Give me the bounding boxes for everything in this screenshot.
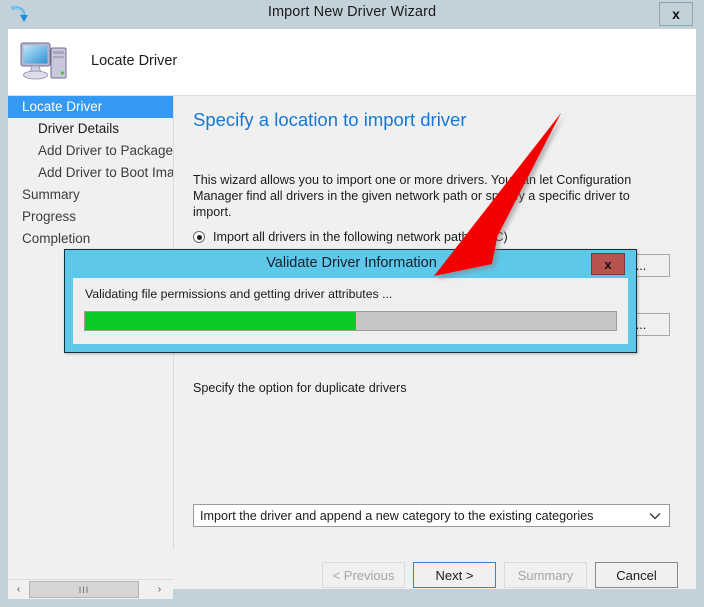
sidebar-item-add-driver-to-packages[interactable]: Add Driver to Packages <box>8 140 180 162</box>
modal-body: Validating file permissions and getting … <box>73 278 628 344</box>
chevron-down-icon <box>649 505 661 526</box>
progress-bar <box>84 311 617 331</box>
scrollbar-thumb[interactable]: III <box>29 581 139 598</box>
sidebar-item-summary[interactable]: Summary <box>8 184 173 206</box>
scroll-left-arrow-icon[interactable]: ‹ <box>10 581 27 598</box>
window-title: Import New Driver Wizard <box>267 4 437 20</box>
sidebar-item-add-driver-to-boot-images[interactable]: Add Driver to Boot Images <box>8 162 196 184</box>
previous-button: < Previous <box>322 562 405 588</box>
sidebar-item-progress[interactable]: Progress <box>8 206 173 228</box>
validate-driver-information-dialog: Validate Driver Information x Validating… <box>64 249 637 353</box>
summary-button: Summary <box>504 562 587 588</box>
modal-status-text: Validating file permissions and getting … <box>85 287 393 301</box>
sidebar-item-driver-details[interactable]: Driver Details <box>8 118 173 140</box>
duplicate-drivers-selected-value: Import the driver and append a new categ… <box>200 508 594 523</box>
next-button[interactable]: Next > <box>413 562 496 588</box>
progress-bar-fill <box>85 312 356 330</box>
cancel-button[interactable]: Cancel <box>595 562 678 588</box>
radio-import-all-network-path[interactable]: Import all drivers in the following netw… <box>193 230 508 244</box>
radio-dot-icon <box>193 231 205 243</box>
sidebar-item-completion[interactable]: Completion <box>8 228 173 250</box>
page-header-label: Locate Driver <box>91 53 178 69</box>
wizard-window: Import New Driver Wizard x Locate Driver… <box>0 0 704 607</box>
description-text: This wizard allows you to import one or … <box>193 173 632 219</box>
window-close-button[interactable]: x <box>659 2 693 26</box>
modal-title: Validate Driver Information <box>266 255 437 271</box>
duplicate-drivers-label: Specify the option for duplicate drivers <box>193 381 407 395</box>
radio-network-label: Import all drivers in the following netw… <box>213 230 508 244</box>
sidebar-item-locate-driver[interactable]: Locate Driver <box>8 96 173 118</box>
page-header: Locate Driver <box>8 29 696 96</box>
computer-icon <box>18 35 72 89</box>
duplicate-drivers-dropdown[interactable]: Import the driver and append a new categ… <box>193 504 670 527</box>
scroll-right-arrow-icon[interactable]: › <box>151 581 168 598</box>
horizontal-scrollbar[interactable]: ‹ III › <box>8 579 173 599</box>
modal-close-button[interactable]: x <box>591 253 625 275</box>
titlebar: Import New Driver Wizard x <box>0 0 704 29</box>
page-title: Specify a location to import driver <box>193 109 467 130</box>
